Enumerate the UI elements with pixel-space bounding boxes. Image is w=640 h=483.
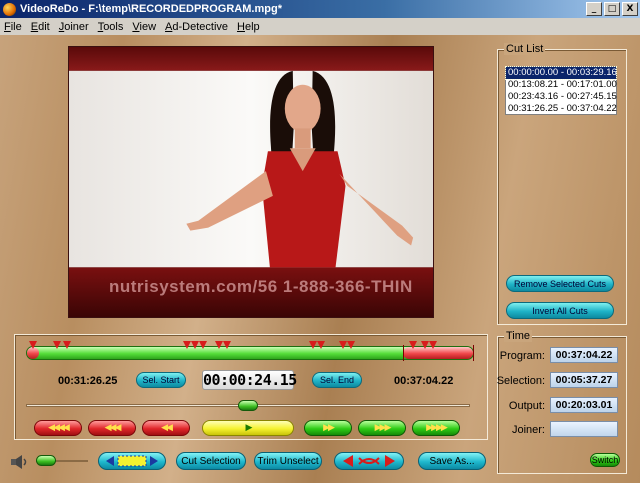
cut-list-item[interactable]: 00:13:08.21 - 00:17:01.00 [506,79,617,91]
selection-end-tick [473,345,474,361]
menu-ad-detective[interactable]: Ad-Detective [165,21,228,33]
program-time: 00:37:04.22 [550,347,618,363]
video-caption-text: nutrisystem.com/56 1-888-366-THIN [109,277,413,296]
joiner-label: Joiner: [511,424,545,436]
cut-list[interactable]: 00:00:00.00 - 00:03:29.16 00:13:08.21 - … [505,66,617,115]
forward-3-button[interactable]: ▶▶▶ [358,420,406,436]
maximize-button[interactable]: □ [604,2,620,16]
menu-joiner[interactable]: Joiner [59,21,89,33]
swap-selection-button[interactable] [334,452,404,470]
cut-marker [421,341,429,349]
cut-marker [429,341,437,349]
speaker-icon[interactable] [10,454,28,470]
app-icon [3,2,16,16]
sel-end-button[interactable]: Sel. End [312,372,362,388]
forward-4-button[interactable]: ▶▶▶▶ [412,420,460,436]
cut-marker [63,341,71,349]
current-time-display: 00:00:24.15 [202,370,297,390]
cut-marker [317,341,325,349]
cut-marker [339,341,347,349]
title-bar: VideoReDo - F:\temp\RECORDEDPROGRAM.mpg*… [0,0,640,18]
menu-tools[interactable]: Tools [98,21,124,33]
menu-bar: File Edit Joiner Tools View Ad-Detective… [0,18,640,35]
sel-start-button[interactable]: Sel. Start [136,372,186,388]
cut-marker [191,341,199,349]
minimize-button[interactable]: _ [586,2,602,16]
save-as-button[interactable]: Save As... [418,452,486,470]
cut-marker [215,341,223,349]
swap-arrows-icon [343,455,395,467]
selection-arrows-icon [106,455,158,467]
timeline-bar[interactable] [26,341,474,361]
selection-start-tick [403,345,404,361]
rewind-2-button[interactable]: ◀◀ [142,420,190,436]
selection-label: Selection: [496,375,545,387]
sel-end-time: 00:37:04.22 [394,375,454,387]
sel-start-time: 00:31:26.25 [58,375,118,387]
remove-selected-cuts-button[interactable]: Remove Selected Cuts [506,275,614,292]
volume-slider-thumb[interactable] [36,455,56,466]
selection-time: 00:05:37.27 [550,372,618,388]
cut-marker [223,341,231,349]
close-button[interactable]: X [622,2,638,16]
play-button[interactable]: ▶ [202,420,294,436]
forward-2-button[interactable]: ▶▶ [304,420,352,436]
rewind-3-button[interactable]: ◀◀◀ [88,420,136,436]
trim-unselect-button[interactable]: Trim Unselect [254,452,322,470]
cut-list-item[interactable]: 00:31:26.25 - 00:37:04.22 [506,103,617,115]
menu-edit[interactable]: Edit [31,21,50,33]
switch-button[interactable]: Switch [590,453,620,467]
cut-marker [347,341,355,349]
cut-list-legend: Cut List [504,43,546,55]
cut-marker [29,341,37,349]
output-label: Output: [508,400,545,412]
cut-marker [199,341,207,349]
cut-marker [183,341,191,349]
time-legend: Time [504,330,533,342]
position-slider-thumb[interactable] [238,400,258,411]
invert-all-cuts-button[interactable]: Invert All Cuts [506,302,614,319]
cut-marker [309,341,317,349]
joiner-time [550,421,618,437]
cut-marker [409,341,417,349]
mark-selection-button[interactable] [98,452,166,470]
rewind-4-button[interactable]: ◀◀◀◀ [34,420,82,436]
program-label: Program: [499,350,545,362]
menu-help[interactable]: Help [237,21,260,33]
output-time: 00:20:03.01 [550,397,618,413]
window-title: VideoReDo - F:\temp\RECORDEDPROGRAM.mpg* [20,3,282,15]
window-controls: _ □ X [586,2,638,16]
menu-file[interactable]: File [4,21,22,33]
video-preview[interactable]: nutrisystem.com/56 1-888-366-THIN [68,46,434,318]
cut-list-item[interactable]: 00:23:43.16 - 00:27:45.15 [506,91,617,103]
menu-view[interactable]: View [132,21,156,33]
cut-marker [53,341,61,349]
cut-list-item[interactable]: 00:00:00.00 - 00:03:29.16 [505,66,617,80]
cut-selection-button[interactable]: Cut Selection [176,452,246,470]
